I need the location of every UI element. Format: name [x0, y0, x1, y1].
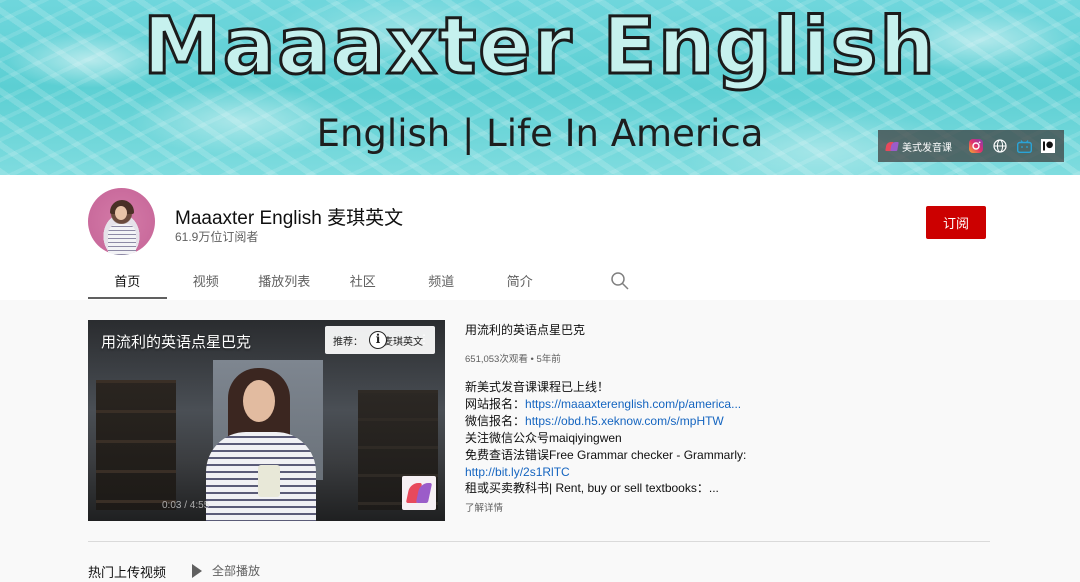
featured-video-player[interactable]: 用流利的英语点星巴克 推荐： 麦琪英文 i ⋮ 0:03 / 4:55	[88, 320, 445, 521]
description-line: 关注微信公众号maiqiyingwen	[465, 430, 622, 445]
instagram-icon[interactable]	[968, 138, 984, 154]
section-divider	[88, 541, 990, 542]
channel-tabs: 首页 视频 播放列表 社区 频道 简介	[88, 262, 559, 299]
description-line: 新美式发音课课程已上线！	[465, 380, 610, 394]
avatar[interactable]	[88, 188, 155, 255]
info-icon[interactable]: i	[369, 331, 387, 349]
description-link[interactable]: https://obd.h5.xeknow.com/s/mpHTW	[525, 414, 724, 428]
bilibili-icon[interactable]	[1016, 138, 1032, 154]
tab-channels[interactable]: 频道	[402, 262, 481, 299]
channel-logo-icon	[886, 141, 898, 151]
description-line: 免费查语法错误Free Grammar checker - Grammarly:	[465, 447, 747, 462]
shelf-title: 热门上传视频	[88, 565, 167, 580]
recommend-channel: 麦琪英文	[383, 336, 423, 348]
featured-video-title[interactable]: 用流利的英语点星巴克	[465, 321, 585, 338]
tab-home[interactable]: 首页	[88, 262, 167, 299]
recommend-label: 推荐：	[333, 336, 363, 348]
read-more-link[interactable]: 了解详情	[465, 500, 503, 514]
subscriber-count: 61.9万位订阅者	[175, 230, 259, 244]
search-icon[interactable]	[608, 269, 632, 293]
description-link[interactable]: http://bit.ly/2s1RlTC	[465, 465, 570, 479]
patreon-icon[interactable]	[1040, 138, 1056, 154]
description-link[interactable]: https://maaaxterenglish.com/p/america...	[525, 397, 741, 411]
banner-link-course-label: 美式发音课	[902, 142, 952, 154]
tab-community[interactable]: 社区	[324, 262, 403, 299]
banner-links: 美式发音课	[878, 130, 1064, 162]
featured-video-meta: 651,053次观看 • 5年前	[465, 354, 561, 365]
more-options-icon[interactable]: ⋮	[418, 332, 430, 346]
play-icon	[192, 563, 202, 578]
featured-video-description: 新美式发音课课程已上线！ 网站报名：https://maaaxterenglis…	[465, 379, 795, 497]
tab-about[interactable]: 简介	[481, 262, 560, 299]
subscribe-button[interactable]: 订阅	[926, 206, 986, 239]
recommend-card[interactable]: 推荐： 麦琪英文 i ⋮	[325, 326, 435, 354]
description-line: 租或买卖教科书| Rent, buy or sell textbooks：...	[465, 481, 719, 496]
description-line: 微信报名：https://obd.h5.xeknow.com/s/mpHTW	[465, 413, 724, 428]
globe-icon[interactable]	[992, 138, 1008, 154]
description-line: http://bit.ly/2s1RlTC	[465, 464, 795, 481]
banner-link-course[interactable]: 美式发音课	[886, 139, 952, 154]
description-line: 网站报名：https://maaaxterenglish.com/p/ameri…	[465, 396, 742, 411]
channel-name: Maaaxter English 麦琪英文	[175, 208, 404, 229]
tab-videos[interactable]: 视频	[167, 262, 246, 299]
play-all-button[interactable]: 全部播放	[192, 562, 260, 579]
video-time: 0:03 / 4:55	[162, 500, 210, 511]
channel-banner: Maaaxter English English | Life In Ameri…	[0, 0, 1080, 175]
video-overlay-title[interactable]: 用流利的英语点星巴克	[101, 331, 251, 352]
banner-title: Maaaxter English	[142, 1, 937, 94]
tab-playlists[interactable]: 播放列表	[245, 262, 324, 299]
play-all-label: 全部播放	[212, 564, 261, 578]
watermark-logo-icon[interactable]	[402, 476, 436, 510]
